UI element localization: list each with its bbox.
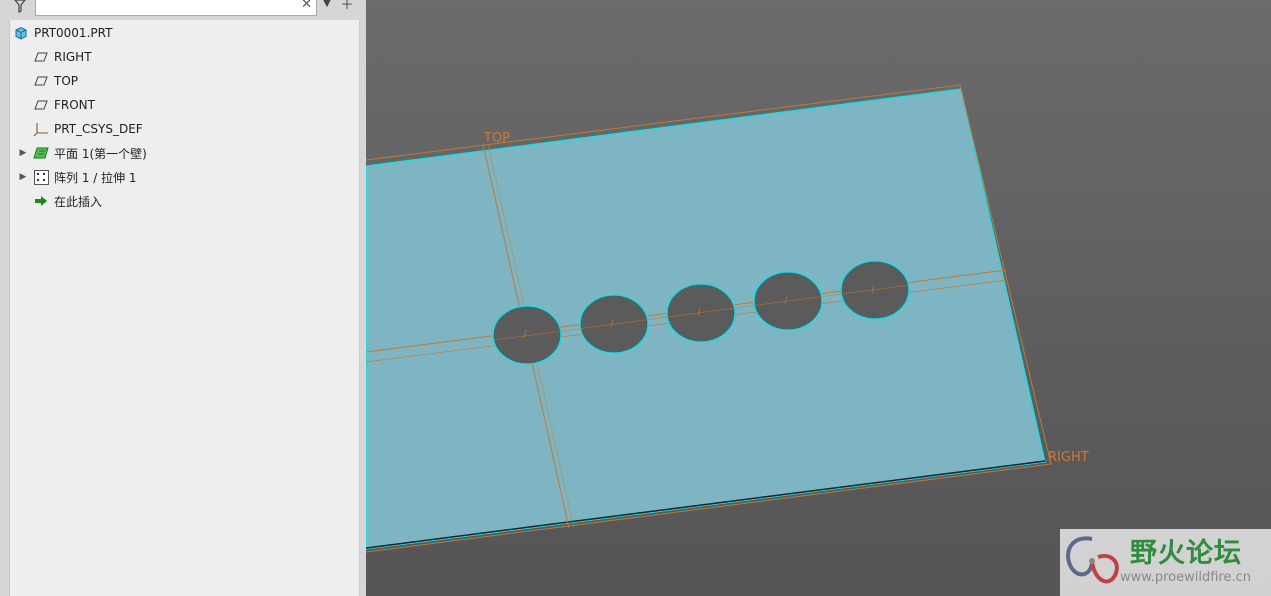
tree-item-top[interactable]: TOP [10, 70, 359, 92]
sheetmetal-wall-icon [32, 144, 50, 162]
graphics-viewport[interactable]: TOP RIGHT [366, 0, 1271, 596]
insert-here-icon [32, 192, 50, 210]
tree-item-label: 平面 1(第一个壁) [54, 146, 147, 161]
tree-item-label: 在此插入 [54, 194, 103, 209]
watermark-url: www.proewildfire.cn [1120, 570, 1251, 585]
watermark-title: 野火论坛 [1130, 538, 1242, 569]
datum-plane-icon [32, 72, 50, 90]
csys-icon [32, 120, 50, 138]
model-tree-toolbar: ✕ ▼ + [0, 0, 366, 18]
pattern-icon [32, 168, 50, 186]
model-tree-list: PRT0001.PRT RIGHT TOP FRONT PRT_CSYS_DEF… [9, 20, 360, 596]
datum-plane-icon [32, 96, 50, 114]
close-icon[interactable]: ✕ [301, 0, 312, 14]
tree-item-csys[interactable]: PRT_CSYS_DEF [10, 118, 359, 140]
tree-item-front[interactable]: FRONT [10, 94, 359, 116]
hole-5[interactable] [840, 260, 910, 320]
tree-item-wall[interactable]: ▶ 平面 1(第一个壁) [10, 142, 359, 164]
datum-plane-icon [32, 48, 50, 66]
tree-item-label: 阵列 1 / 拉伸 1 [54, 170, 137, 185]
tree-item-label: RIGHT [54, 50, 92, 64]
tree-search-box[interactable]: ✕ [35, 0, 317, 16]
model-scene [366, 84, 1052, 553]
filter-icon[interactable] [9, 0, 31, 16]
datum-label-top[interactable]: TOP [484, 131, 510, 146]
tree-item-label: TOP [54, 74, 79, 88]
add-icon[interactable]: + [339, 0, 355, 14]
tree-item-insert-here[interactable]: 在此插入 [10, 190, 359, 212]
part-icon [12, 24, 30, 42]
tree-item-label: PRT0001.PRT [34, 26, 113, 40]
tree-item-pattern[interactable]: ▶ 阵列 1 / 拉伸 1 [10, 166, 359, 188]
hole-3[interactable] [666, 283, 736, 343]
expand-arrow-icon[interactable]: ▶ [18, 172, 28, 182]
watermark-logo-icon [1066, 536, 1119, 584]
datum-label-right[interactable]: RIGHT [1048, 450, 1089, 465]
tree-item-label: FRONT [54, 98, 95, 112]
tree-search-input[interactable] [38, 0, 293, 14]
chevron-down-icon[interactable]: ▼ [320, 0, 334, 14]
tree-item-right[interactable]: RIGHT [10, 46, 359, 68]
hole-1[interactable] [492, 305, 562, 365]
tree-item-label: PRT_CSYS_DEF [54, 122, 143, 136]
expand-arrow-icon[interactable]: ▶ [18, 148, 28, 158]
tree-item-part[interactable]: PRT0001.PRT [10, 22, 359, 44]
model-tree-panel: ✕ ▼ + PRT0001.PRT RIGHT TOP FRONT PRT_CS… [0, 0, 366, 596]
watermark: 野火论坛 www.proewildfire.cn [1060, 529, 1271, 596]
